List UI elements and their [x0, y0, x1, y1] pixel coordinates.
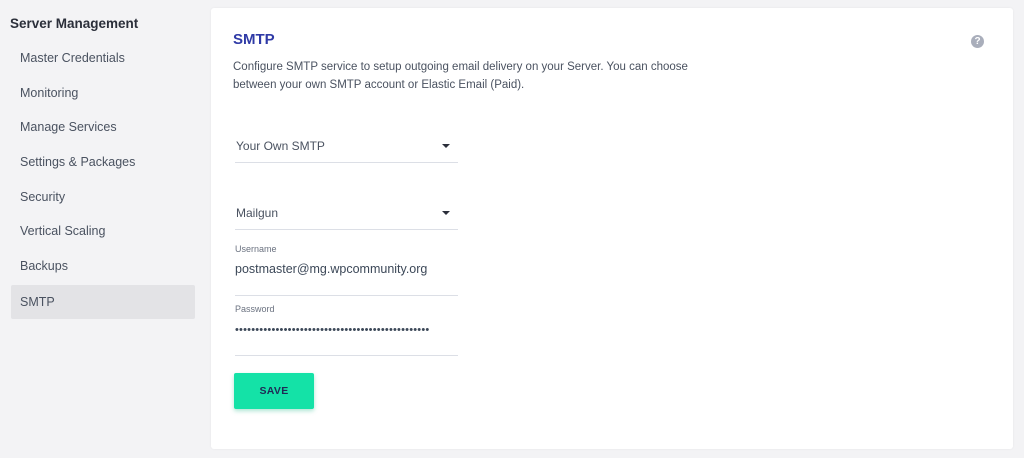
- description-line-1: Configure SMTP service to setup outgoing…: [233, 61, 688, 73]
- sidebar-item-backups[interactable]: Backups: [11, 249, 195, 283]
- question-circle-icon[interactable]: ?: [971, 35, 984, 48]
- provider-select-value: Mailgun: [236, 206, 279, 220]
- sidebar-item-security[interactable]: Security: [11, 180, 195, 214]
- sidebar-title: Server Management: [10, 16, 139, 31]
- username-label: Username: [235, 244, 277, 254]
- sidebar-item-vertical-scaling[interactable]: Vertical Scaling: [11, 214, 195, 248]
- password-field-group: Password •••••••••••••••••••••••••••••••…: [235, 304, 458, 356]
- sidebar: Server Management Master Credentials Mon…: [0, 0, 205, 458]
- password-input[interactable]: ••••••••••••••••••••••••••••••••••••••••…: [235, 324, 458, 336]
- username-input[interactable]: [235, 262, 458, 276]
- provider-select[interactable]: Mailgun: [235, 196, 458, 230]
- smtp-type-select-value: Your Own SMTP: [236, 139, 325, 153]
- sidebar-item-settings-packages[interactable]: Settings & Packages: [11, 145, 195, 179]
- sidebar-item-monitoring[interactable]: Monitoring: [11, 76, 195, 110]
- smtp-panel: SMTP ? Configure SMTP service to setup o…: [211, 8, 1013, 449]
- sidebar-item-manage-services[interactable]: Manage Services: [11, 110, 195, 144]
- description-line-2: between your own SMTP account or Elastic…: [233, 79, 525, 91]
- chevron-down-icon: [442, 211, 450, 215]
- sidebar-item-master-credentials[interactable]: Master Credentials: [11, 41, 195, 75]
- password-label: Password: [235, 304, 275, 314]
- username-field-group: Username: [235, 244, 458, 296]
- chevron-down-icon: [442, 144, 450, 148]
- smtp-description: Configure SMTP service to setup outgoing…: [233, 58, 753, 94]
- page-title: SMTP: [233, 31, 275, 48]
- smtp-type-select[interactable]: Your Own SMTP: [235, 129, 458, 163]
- sidebar-item-smtp[interactable]: SMTP: [11, 285, 195, 319]
- save-button[interactable]: SAVE: [234, 373, 314, 409]
